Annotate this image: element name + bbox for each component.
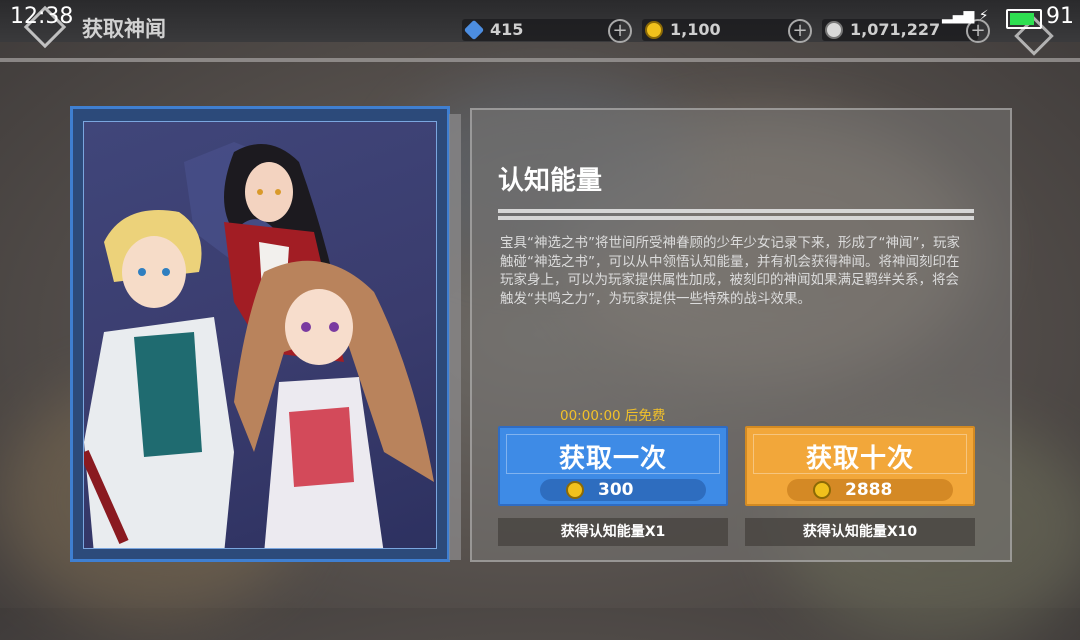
character-art <box>83 121 437 549</box>
header-divider <box>0 58 1080 62</box>
draw-once-reward: 获得认知能量X1 <box>498 518 728 546</box>
page-title: 获取神闻 <box>82 17 166 41</box>
diamond-amount: 415 <box>490 20 524 39</box>
draw-ten-cost: 2888 <box>787 479 953 501</box>
card-stack-edge <box>449 114 461 560</box>
character-card <box>70 106 450 562</box>
silver-coin-icon <box>825 21 843 39</box>
currency-gold: 1,100 + <box>642 19 812 43</box>
status-time: 12:38 <box>10 4 74 29</box>
draw-ten-label: 获取十次 <box>805 444 914 474</box>
silver-amount: 1,071,227 <box>850 20 941 39</box>
free-timer: 00:00:00 后免费 <box>560 408 666 424</box>
signal-icon: ▂▄▆ ⚡ <box>942 8 989 24</box>
draw-ten-reward: 获得认知能量X10 <box>745 518 975 546</box>
battery-level: 91 <box>1046 4 1074 29</box>
gold-amount: 1,100 <box>670 20 721 39</box>
currency-diamond: 415 + <box>462 19 632 43</box>
add-gold-button[interactable]: + <box>788 19 812 43</box>
diamond-icon <box>463 19 485 41</box>
panel-title: 认知能量 <box>498 166 603 196</box>
gold-coin-icon <box>566 481 584 499</box>
add-diamond-button[interactable]: + <box>608 19 632 43</box>
title-divider-top <box>498 209 974 213</box>
draw-once-cost-amount: 300 <box>598 480 634 500</box>
characters-illustration <box>84 142 434 548</box>
draw-once-button[interactable]: 获取一次 300 <box>498 426 728 506</box>
battery-fill <box>1010 13 1034 25</box>
draw-ten-cost-amount: 2888 <box>845 480 893 500</box>
draw-ten-button[interactable]: 获取十次 2888 <box>745 426 975 506</box>
gold-coin-icon <box>813 481 831 499</box>
title-divider-bottom <box>498 216 974 220</box>
panel-description: 宝具“神选之书”将世间所受神眷顾的少年少女记录下来，形成了“神闻”，玩家触碰“神… <box>500 235 960 307</box>
draw-once-cost: 300 <box>540 479 706 501</box>
gold-coin-icon <box>645 21 663 39</box>
draw-once-label: 获取一次 <box>558 444 667 474</box>
battery-icon <box>1006 9 1042 29</box>
